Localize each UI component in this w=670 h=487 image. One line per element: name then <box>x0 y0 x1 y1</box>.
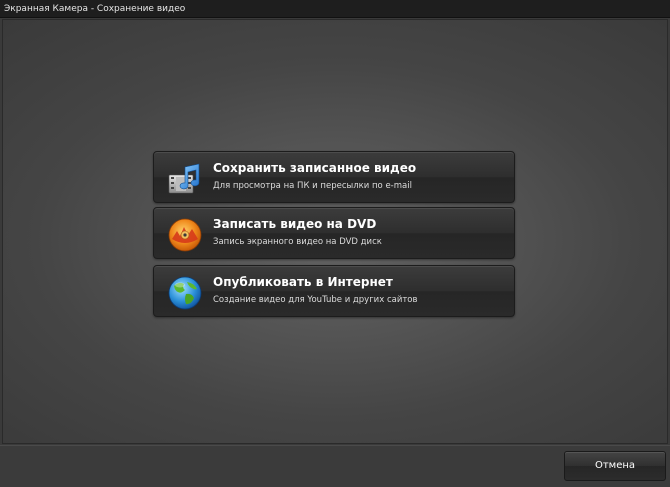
dvd-disc-icon <box>167 217 203 253</box>
app-window: Экранная Камера - Сохранение видео Сохра… <box>0 0 670 487</box>
option-title: Сохранить записанное видео <box>213 161 417 175</box>
save-video-option[interactable]: Сохранить записанное видео Для просмотра… <box>153 151 515 203</box>
option-subtitle: Запись экранного видео на DVD диск <box>213 237 382 247</box>
option-subtitle: Создание видео для YouTube и других сайт… <box>213 295 418 305</box>
publish-internet-option[interactable]: Опубликовать в Интернет Создание видео д… <box>153 265 515 317</box>
window-title: Экранная Камера - Сохранение видео <box>0 0 670 18</box>
burn-dvd-option[interactable]: Записать видео на DVD Запись экранного в… <box>153 207 515 259</box>
option-subtitle: Для просмотра на ПК и пересылки по e-mai… <box>213 181 412 191</box>
option-title: Опубликовать в Интернет <box>213 275 393 289</box>
globe-icon <box>167 275 203 311</box>
film-music-icon <box>167 161 203 197</box>
cancel-button[interactable]: Отмена <box>564 451 666 481</box>
option-title: Записать видео на DVD <box>213 217 377 231</box>
